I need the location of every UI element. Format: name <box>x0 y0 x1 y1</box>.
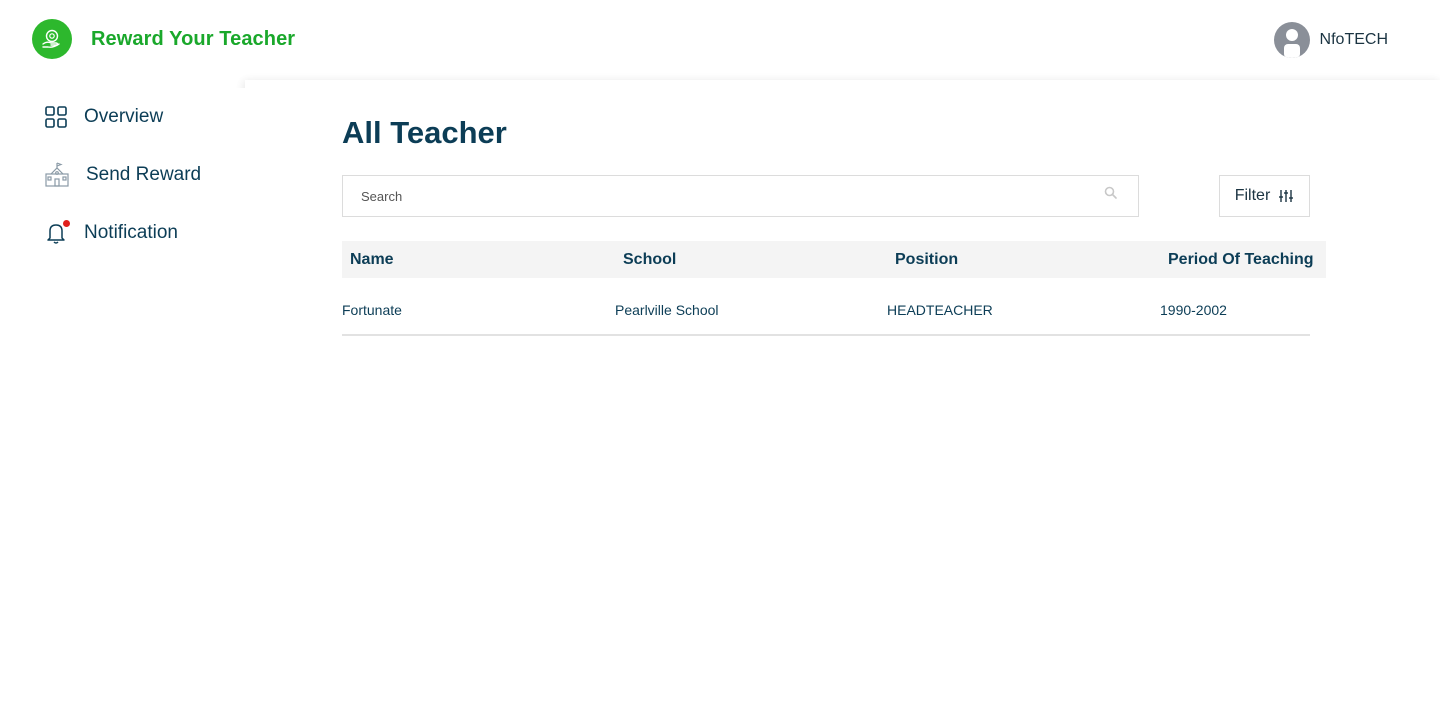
sidebar-item-label: Overview <box>84 106 164 127</box>
user-menu[interactable]: NfoTECH <box>1273 22 1388 58</box>
search-icon[interactable] <box>1103 185 1119 201</box>
sidebar-item-overview[interactable]: Overview <box>44 102 163 132</box>
cell-period: 1990-2002 <box>1160 302 1227 318</box>
brand-title[interactable]: Reward Your Teacher <box>91 28 295 51</box>
column-header-period[interactable]: Period Of Teaching <box>1168 251 1314 269</box>
user-name[interactable]: NfoTECH <box>1320 31 1388 49</box>
sidebar-item-label: Notification <box>84 222 178 243</box>
search-box[interactable] <box>342 175 1139 217</box>
sidebar-item-notification[interactable]: Notification <box>44 218 178 248</box>
sidebar-item-send-reward[interactable]: Send Reward <box>44 160 201 190</box>
cell-position: HEADTEACHER <box>887 302 993 318</box>
cell-school: Pearlville School <box>615 302 719 318</box>
filter-label: Filter <box>1234 187 1271 204</box>
sidebar-item-label: Send Reward <box>86 164 202 185</box>
notification-badge <box>63 220 70 227</box>
column-header-name[interactable]: Name <box>350 251 394 269</box>
column-header-school[interactable]: School <box>623 251 676 269</box>
filter-button[interactable]: Filter <box>1219 175 1310 217</box>
sidebar: Overview Send Reward Notification <box>0 88 245 724</box>
column-header-position[interactable]: Position <box>895 251 958 269</box>
table-header: Name School Position Period Of Teaching <box>342 241 1326 278</box>
table-row[interactable]: Fortunate Pearlville School HEADTEACHER … <box>342 290 1310 336</box>
search-input[interactable] <box>343 176 1138 216</box>
grid-icon <box>44 105 68 129</box>
hand-gift-icon[interactable] <box>32 19 72 59</box>
page-title: All Teacher <box>342 115 507 150</box>
sliders-icon <box>1278 189 1294 203</box>
bell-icon <box>44 220 70 245</box>
cell-name: Fortunate <box>342 302 402 318</box>
school-building-icon <box>44 162 70 187</box>
avatar-icon[interactable] <box>1273 22 1310 58</box>
top-bar: Reward Your Teacher NfoTECH <box>0 0 1440 80</box>
